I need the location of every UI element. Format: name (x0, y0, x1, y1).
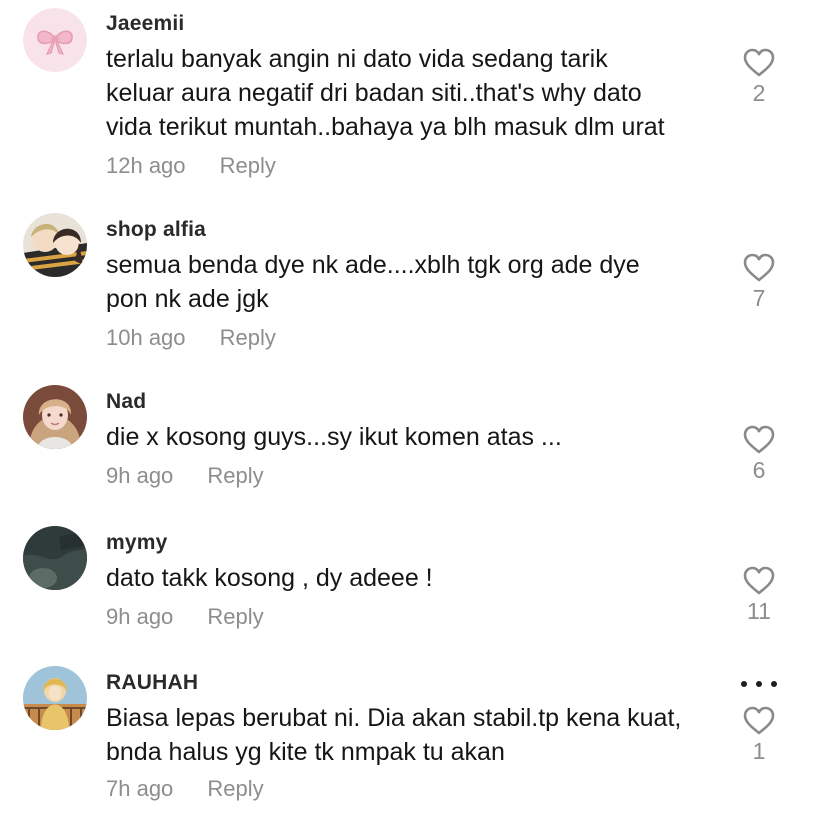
comment-line: bnda halus yg kite tk nmpak tu akan (106, 738, 505, 766)
comment-text: Biasa lepas berubat ni. Dia akan stabil.… (106, 701, 716, 769)
username[interactable]: RAUHAH (106, 671, 198, 695)
heart-outline-icon (743, 48, 775, 77)
like-count: 6 (752, 457, 766, 483)
comment-line: dato takk kosong , dy adeee ! (106, 564, 433, 592)
dot (771, 681, 777, 687)
comment-line: Biasa lepas berubat ni. Dia akan stabil.… (106, 704, 682, 732)
timestamp: 7h ago (106, 776, 174, 801)
like-button[interactable]: 11 (740, 566, 778, 625)
timestamp: 12h ago (106, 153, 186, 178)
reply-button[interactable]: Reply (220, 153, 276, 179)
avatar[interactable] (23, 8, 87, 72)
comment-meta: 9h ago Reply (106, 604, 264, 630)
heart-outline-icon (743, 253, 775, 282)
comment-line: pon nk ade jgk (106, 285, 269, 313)
timestamp: 9h ago (106, 463, 174, 488)
like-button[interactable]: 2 (740, 48, 778, 107)
comment-text: semua benda dye nk ade....xblh tgk org a… (106, 248, 716, 316)
comment-line: die x kosong guys...sy ikut komen atas .… (106, 423, 562, 451)
comment-meta: 12h ago Reply (106, 153, 276, 179)
heart-outline-icon (743, 706, 775, 735)
timestamp: 9h ago (106, 604, 174, 629)
comment-text: die x kosong guys...sy ikut komen atas .… (106, 420, 716, 454)
reply-button[interactable]: Reply (207, 463, 263, 489)
avatar[interactable] (23, 385, 87, 449)
girl-photo-avatar-icon (23, 385, 87, 449)
dot (741, 681, 747, 687)
comment-meta: 9h ago Reply (106, 463, 264, 489)
avatar[interactable] (23, 666, 87, 730)
username[interactable]: mymy (106, 531, 168, 555)
comment-line: terlalu banyak angin ni dato vida sedang… (106, 45, 608, 73)
like-button[interactable]: 7 (740, 253, 778, 312)
like-count: 1 (752, 738, 766, 764)
like-button[interactable]: 6 (740, 425, 778, 484)
comment-text: terlalu banyak angin ni dato vida sedang… (106, 42, 716, 144)
comment-text: dato takk kosong , dy adeee ! (106, 561, 716, 595)
reply-button[interactable]: Reply (207, 604, 263, 630)
heart-outline-icon (743, 566, 775, 595)
comment-line: semua benda dye nk ade....xblh tgk org a… (106, 251, 640, 279)
like-count: 2 (752, 80, 766, 106)
comment-line: keluar aura negatif dri badan siti..that… (106, 79, 642, 107)
avatar[interactable] (23, 526, 87, 590)
heart-outline-icon (743, 425, 775, 454)
anime-couple-avatar-icon (23, 213, 87, 277)
username[interactable]: shop alfia (106, 218, 206, 242)
comment-line: vida terikut muntah..bahaya ya blh masuk… (106, 113, 665, 141)
avatar[interactable] (23, 213, 87, 277)
reply-button[interactable]: Reply (220, 325, 276, 351)
comment-meta: 10h ago Reply (106, 325, 276, 351)
like-count: 7 (752, 285, 766, 311)
like-button[interactable]: 1 (740, 706, 778, 765)
username[interactable]: Nad (106, 390, 146, 414)
dark-photo-avatar-icon (23, 526, 87, 590)
username[interactable]: Jaeemii (106, 12, 184, 36)
pink-bow-avatar-icon (23, 8, 87, 72)
reply-button[interactable]: Reply (207, 776, 263, 802)
dot (756, 681, 762, 687)
timestamp: 10h ago (106, 325, 186, 350)
like-count: 11 (747, 598, 771, 624)
more-dots-icon[interactable] (741, 676, 777, 692)
hijab-woman-avatar-icon (23, 666, 87, 730)
comment-meta: 7h ago Reply (106, 776, 264, 802)
